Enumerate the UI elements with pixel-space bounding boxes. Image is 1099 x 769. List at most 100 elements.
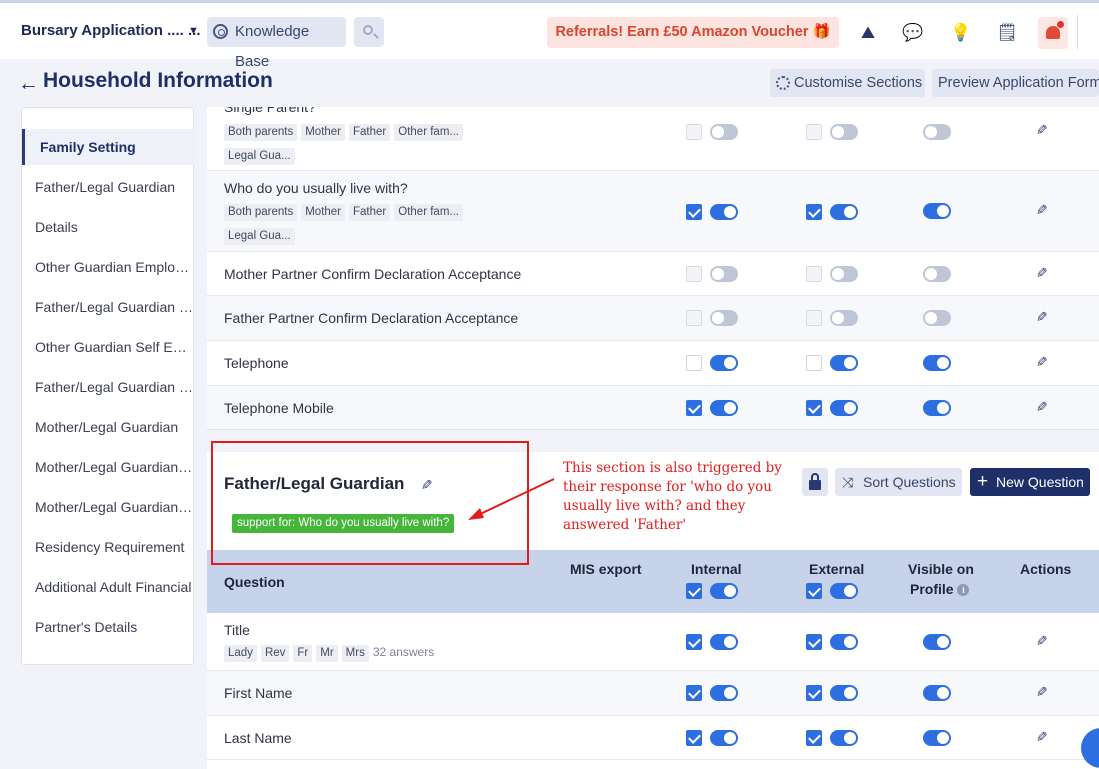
external-checkbox[interactable] bbox=[806, 310, 822, 326]
referral-banner[interactable]: Referrals! Earn £50 Amazon Voucher 🎁 bbox=[547, 17, 839, 48]
sidebar-item-other-guardian-employment[interactable]: Other Guardian Employment bbox=[22, 249, 194, 285]
external-toggle[interactable] bbox=[830, 204, 858, 220]
sidebar-item-mother-employment[interactable]: Mother/Legal Guardian Employment bbox=[22, 449, 194, 485]
sidebar-item-residency-requirement[interactable]: Residency Requirement bbox=[22, 529, 194, 565]
internal-toggle[interactable] bbox=[710, 355, 738, 371]
sidebar-item-additional-adult-financial[interactable]: Additional Adult Financial bbox=[22, 569, 194, 605]
visible-on-profile-toggle[interactable] bbox=[923, 355, 951, 371]
edit-pencil-icon[interactable]: ✎ bbox=[1032, 731, 1049, 743]
internal-checkbox[interactable] bbox=[686, 355, 702, 371]
visible-on-profile-toggle[interactable] bbox=[923, 310, 951, 326]
sidebar-item-other-guardian-self-employment[interactable]: Other Guardian Self Employment bbox=[22, 329, 194, 365]
internal-checkbox[interactable] bbox=[686, 204, 702, 220]
search-button[interactable] bbox=[354, 17, 384, 47]
internal-checkbox[interactable] bbox=[686, 730, 702, 746]
external-select-all-checkbox[interactable] bbox=[806, 583, 822, 599]
answer-tag: Both parents bbox=[224, 124, 298, 141]
sidebar-item-details[interactable]: Details bbox=[22, 209, 194, 245]
visible-on-profile-toggle[interactable] bbox=[923, 203, 951, 219]
internal-select-all-checkbox[interactable] bbox=[686, 583, 702, 599]
edit-pencil-icon[interactable]: ✎ bbox=[1032, 311, 1049, 323]
external-toggle[interactable] bbox=[830, 124, 858, 140]
visible-on-profile-toggle[interactable] bbox=[923, 634, 951, 650]
internal-checkbox[interactable] bbox=[686, 685, 702, 701]
chat-icon[interactable]: 💬 bbox=[901, 21, 925, 45]
external-checkbox[interactable] bbox=[806, 685, 822, 701]
new-question-button[interactable]: + New Question bbox=[970, 468, 1090, 496]
header-mis-export: MIS export bbox=[570, 561, 642, 577]
external-checkbox[interactable] bbox=[806, 204, 822, 220]
visible-on-profile-toggle[interactable] bbox=[923, 400, 951, 416]
sidebar-item-father-employment[interactable]: Father/Legal Guardian Employment bbox=[22, 289, 194, 325]
external-toggle[interactable] bbox=[830, 685, 858, 701]
internal-toggle[interactable] bbox=[710, 634, 738, 650]
internal-toggle[interactable] bbox=[710, 310, 738, 326]
sort-questions-button[interactable]: ⤨ Sort Questions bbox=[835, 468, 962, 496]
customise-sections-label: Customise Sections bbox=[794, 75, 923, 91]
internal-toggle[interactable] bbox=[710, 730, 738, 746]
edit-pencil-icon[interactable]: ✎ bbox=[1032, 124, 1049, 136]
external-checkbox[interactable] bbox=[806, 634, 822, 650]
notes-icon[interactable]: 🗒 bbox=[995, 21, 1019, 45]
chevron-down-icon[interactable]: ▼ bbox=[188, 25, 199, 37]
internal-toggle[interactable] bbox=[710, 124, 738, 140]
answer-tag: Other fam... bbox=[394, 204, 463, 221]
sidebar-item-father-legal-guardian[interactable]: Father/Legal Guardian bbox=[22, 169, 194, 205]
edit-pencil-icon[interactable]: ✎ bbox=[1032, 635, 1049, 647]
edit-pencil-icon[interactable]: ✎ bbox=[1032, 686, 1049, 698]
edit-pencil-icon[interactable]: ✎ bbox=[1032, 401, 1049, 413]
knowledge-base-button[interactable]: Knowledge Base bbox=[207, 17, 346, 70]
table-row: Last Name ✎ bbox=[207, 716, 1099, 760]
external-checkbox[interactable] bbox=[806, 355, 822, 371]
back-arrow-icon[interactable]: ← bbox=[18, 72, 39, 96]
question-label: Single Parent? bbox=[224, 107, 316, 115]
internal-toggle[interactable] bbox=[710, 400, 738, 416]
internal-checkbox[interactable] bbox=[686, 310, 702, 326]
external-all-toggle[interactable] bbox=[830, 583, 858, 599]
sidebar-item-father-self-employment[interactable]: Father/Legal Guardian Self Employment bbox=[22, 369, 194, 405]
internal-toggle[interactable] bbox=[710, 266, 738, 282]
header-profile-label: Profile bbox=[910, 581, 954, 597]
internal-checkbox[interactable] bbox=[686, 400, 702, 416]
lifebuoy-icon bbox=[213, 24, 228, 39]
edit-pencil-icon[interactable]: ✎ bbox=[1032, 356, 1049, 368]
visible-on-profile-toggle[interactable] bbox=[923, 730, 951, 746]
preview-application-forms-button[interactable]: Preview Application Forms bbox=[932, 69, 1099, 97]
answer-tag: Mr bbox=[316, 645, 338, 662]
visible-on-profile-toggle[interactable] bbox=[923, 685, 951, 701]
questions-table-father: Title Lady Rev Fr Mr Mrs 32 answers ✎ First N… bbox=[207, 613, 1099, 769]
external-toggle[interactable] bbox=[830, 634, 858, 650]
notifications-button[interactable] bbox=[1038, 17, 1068, 49]
sidebar-item-partners-details[interactable]: Partner's Details bbox=[22, 609, 194, 645]
annotation-note: This section is also triggered by their … bbox=[563, 460, 782, 533]
internal-toggle[interactable] bbox=[710, 685, 738, 701]
external-checkbox[interactable] bbox=[806, 400, 822, 416]
external-toggle[interactable] bbox=[830, 355, 858, 371]
external-checkbox[interactable] bbox=[806, 124, 822, 140]
external-checkbox[interactable] bbox=[806, 266, 822, 282]
info-icon[interactable]: i bbox=[957, 584, 970, 596]
external-toggle[interactable] bbox=[830, 310, 858, 326]
external-toggle[interactable] bbox=[830, 730, 858, 746]
party-icon[interactable]: ⛰ bbox=[856, 21, 880, 45]
sidebar-item-family-setting[interactable]: Family Setting bbox=[22, 129, 194, 165]
application-selector[interactable]: Bursary Application .... ... bbox=[21, 22, 200, 39]
visible-on-profile-toggle[interactable] bbox=[923, 124, 951, 140]
external-toggle[interactable] bbox=[830, 400, 858, 416]
edit-pencil-icon[interactable]: ✎ bbox=[1032, 267, 1049, 279]
question-label: Telephone bbox=[224, 355, 289, 371]
external-toggle[interactable] bbox=[830, 266, 858, 282]
internal-checkbox[interactable] bbox=[686, 124, 702, 140]
sidebar-item-mother-self-employment[interactable]: Mother/Legal Guardian Self Employment bbox=[22, 489, 194, 525]
internal-checkbox[interactable] bbox=[686, 266, 702, 282]
bulb-icon[interactable]: 💡 bbox=[949, 21, 973, 45]
internal-checkbox[interactable] bbox=[686, 634, 702, 650]
sidebar-item-mother-legal-guardian[interactable]: Mother/Legal Guardian bbox=[22, 409, 194, 445]
edit-pencil-icon[interactable]: ✎ bbox=[1032, 204, 1049, 216]
internal-all-toggle[interactable] bbox=[710, 583, 738, 599]
external-checkbox[interactable] bbox=[806, 730, 822, 746]
table-row: Title Lady Rev Fr Mr Mrs 32 answers ✎ bbox=[207, 613, 1099, 671]
visible-on-profile-toggle[interactable] bbox=[923, 266, 951, 282]
customise-sections-button[interactable]: Customise Sections bbox=[770, 69, 925, 97]
internal-toggle[interactable] bbox=[710, 204, 738, 220]
